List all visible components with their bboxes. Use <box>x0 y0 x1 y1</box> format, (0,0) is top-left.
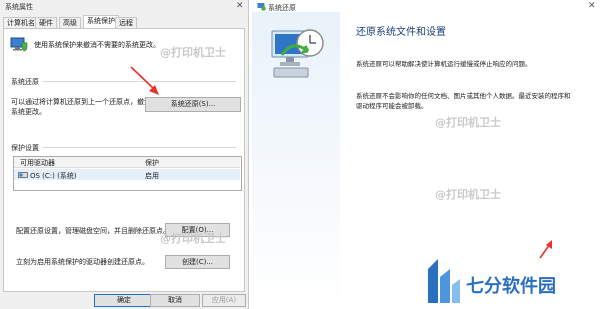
brand-logo-icon <box>428 259 460 303</box>
create-button[interactable]: 创建(C)... <box>165 255 230 269</box>
create-description: 立刻为启用系统保护的驱动器创建还原点。 <box>16 258 149 266</box>
cancel-button[interactable]: 取消 <box>150 294 200 307</box>
restore-illustration-icon <box>271 29 324 78</box>
wizard-heading: 还原系统文件和设置 <box>356 27 446 38</box>
arrow-icon <box>130 66 159 95</box>
tab-system-protection[interactable]: 系统保护 <box>83 15 119 29</box>
restore-description-2: 系统更改。 <box>11 108 46 116</box>
drive-protection-status: 启用 <box>145 172 159 180</box>
window-title: 系统还原 <box>268 4 296 12</box>
watermark: @打印机卫士 <box>160 232 226 245</box>
restore-description: 可以通过将计算机还原到上一个还原点，撤消 <box>11 98 151 106</box>
column-header-protection[interactable]: 保护 <box>145 158 159 168</box>
wizard-paragraph-2: 系统还原不会影响你的任何文档、图片或其他个人数据。最近安装的程序和 <box>356 92 571 100</box>
ok-button[interactable]: 确定 <box>94 294 154 307</box>
system-restore-icon <box>257 3 266 11</box>
drive-name: OS (C:) (系统) <box>30 172 77 180</box>
arrow-icon <box>539 240 552 259</box>
intro-text: 使用系统保护来撤消不需要的系统更改。 <box>34 41 160 49</box>
dialog-title: 系统属性 <box>5 3 33 11</box>
column-header-drive[interactable]: 可用驱动器 <box>20 158 55 168</box>
wizard-paragraph-2b: 驱动程序可能会被卸载。 <box>356 102 428 110</box>
configure-description: 配置还原设置，管理磁盘空间，并且删除还原点。 <box>16 227 170 235</box>
wizard-paragraph-1: 系统还原可以帮助解决使计算机运行缓慢或停止响应的问题。 <box>356 60 532 68</box>
drive-icon <box>18 172 28 178</box>
restore-section-title: 系统还原 <box>11 78 39 86</box>
apply-button[interactable]: 应用(A) <box>202 294 246 307</box>
brand-name: 七分软件园 <box>466 276 556 297</box>
system-protection-icon <box>10 37 28 52</box>
watermark: @打印机卫士 <box>435 116 501 129</box>
window-close-icon[interactable]: ✕ <box>588 1 596 11</box>
system-restore-button[interactable]: 系统还原(S)... <box>145 97 241 112</box>
watermark: @打印机卫士 <box>435 188 501 201</box>
watermark: @打印机卫士 <box>160 46 226 59</box>
protection-section-title: 保护设置 <box>11 144 39 152</box>
close-icon[interactable]: ✕ <box>236 1 244 11</box>
divider <box>42 147 236 148</box>
